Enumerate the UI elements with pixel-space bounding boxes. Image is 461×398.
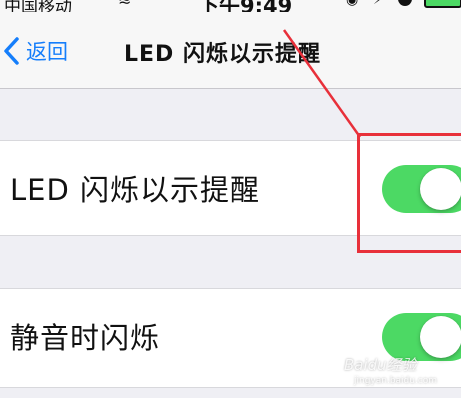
navigation-bar: 返回 LED 闪烁以示提醒 <box>0 12 461 89</box>
flash-on-silent-label: 静音时闪烁 <box>10 321 161 355</box>
battery-icon <box>424 0 461 8</box>
status-bar: 中国移动 ≋ 下午9:49 ◉ ⚡ <box>0 0 461 18</box>
charging-bolt-icon: ⚡ <box>373 0 383 8</box>
watermark-text: Baidu经验 <box>344 356 417 374</box>
chevron-left-icon <box>4 37 19 65</box>
wifi-icon: ≋ <box>118 0 131 9</box>
back-button[interactable]: 返回 <box>2 34 68 68</box>
watermark-sub: jingyan.baidu.com <box>354 376 438 386</box>
page-title: LED 闪烁以示提醒 <box>124 42 321 67</box>
moon-icon <box>398 0 412 6</box>
annotation-highlight-box <box>357 133 461 253</box>
toggle-knob <box>420 316 461 358</box>
watermark: Baidu经验 jingyan.baidu.com <box>344 354 437 386</box>
led-flash-label: LED 闪烁以示提醒 <box>10 173 261 207</box>
rotation-lock-icon: ◉ <box>346 0 359 8</box>
back-label: 返回 <box>26 40 68 64</box>
